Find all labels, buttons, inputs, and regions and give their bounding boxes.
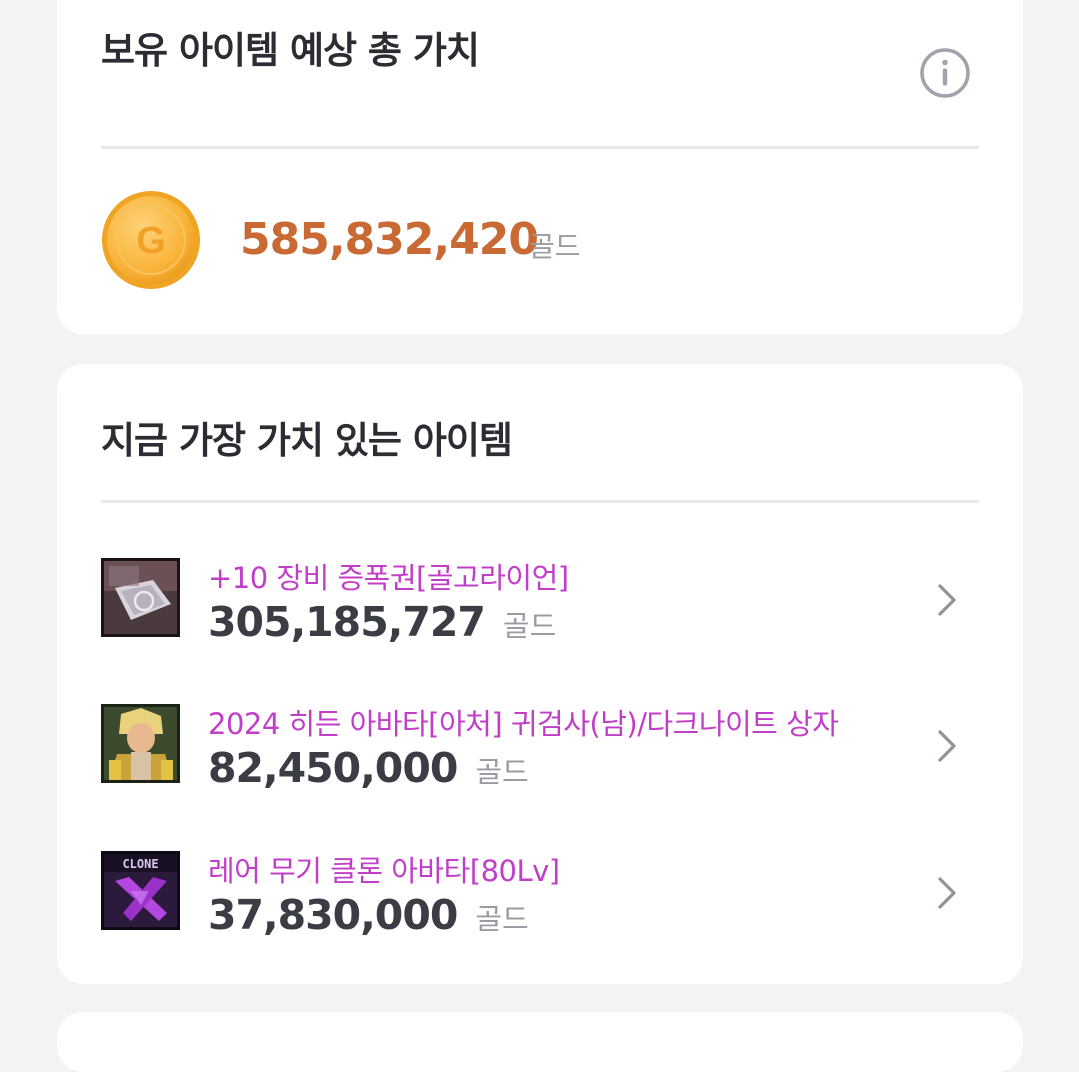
chevron-right-icon	[938, 877, 956, 909]
total-value-title: 보유 아이템 예상 총 가치	[101, 29, 480, 72]
total-value-card: 보유 아이템 예상 총 가치 G 585,832,420 골드	[57, 0, 1023, 334]
info-icon[interactable]	[919, 47, 971, 99]
item-row[interactable]: CLONE 레어 무기 클론 아바타[80Lv] 37,830,000 골드	[101, 851, 979, 971]
divider	[101, 146, 979, 149]
item-row[interactable]: 2024 히든 아바타[아처] 귀검사(남)/다크나이트 상자 82,450,0…	[101, 704, 979, 824]
item-row[interactable]: +10 장비 증폭권[골고라이언] 305,185,727 골드	[101, 558, 979, 678]
item-thumbnail-label: CLONE	[122, 857, 158, 871]
item-price: 37,830,000 골드	[208, 891, 529, 939]
item-name: 레어 무기 클론 아바타[80Lv]	[208, 854, 560, 888]
total-value-amount: 585,832,420	[240, 214, 539, 265]
item-name: 2024 히든 아바타[아처] 귀검사(남)/다크나이트 상자	[208, 707, 839, 741]
top-items-card: 지금 가장 가치 있는 아이템 +10 장비 증폭권[골고라이언] 305,18…	[57, 364, 1023, 984]
item-price: 82,450,000 골드	[208, 744, 529, 792]
item-price-unit: 골드	[475, 902, 529, 936]
item-price-unit: 골드	[502, 609, 557, 643]
item-price-value: 82,450,000	[208, 744, 458, 792]
item-name: +10 장비 증폭권[골고라이언]	[208, 561, 569, 595]
total-value-unit: 골드	[529, 230, 581, 263]
item-price-unit: 골드	[475, 755, 529, 789]
item-price-value: 305,185,727	[208, 598, 486, 646]
chevron-right-icon	[938, 730, 956, 762]
coin-letter: G	[136, 220, 166, 262]
item-thumbnail	[101, 704, 180, 783]
item-thumbnail: CLONE	[101, 851, 180, 930]
item-price: 305,185,727 골드	[208, 598, 556, 646]
top-items-title: 지금 가장 가치 있는 아이템	[101, 419, 513, 462]
item-price-value: 37,830,000	[208, 891, 458, 939]
chevron-right-icon	[938, 584, 956, 616]
item-thumbnail	[101, 558, 180, 637]
divider	[101, 500, 979, 503]
next-card	[57, 1012, 1023, 1072]
gold-coin-icon: G	[102, 191, 200, 289]
